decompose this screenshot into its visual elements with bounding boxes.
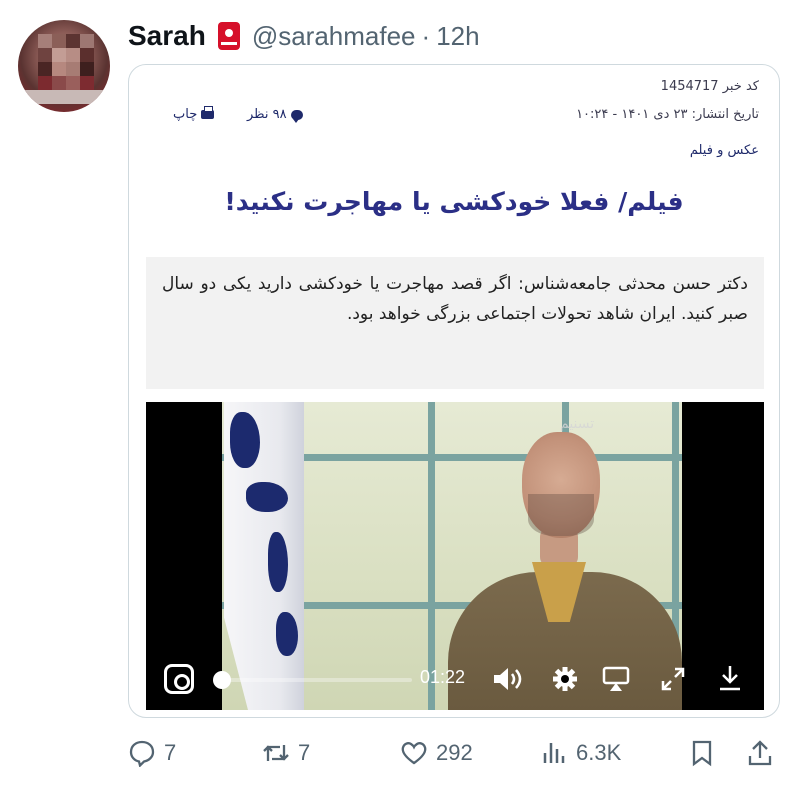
bookmark-icon: [692, 740, 712, 767]
like-count: 292: [436, 740, 473, 765]
tweet-actions: 7 7 292 6.3K: [128, 736, 780, 770]
author-name[interactable]: Sarah: [128, 20, 206, 52]
heart-icon: [401, 742, 427, 765]
views-chart-icon: [543, 743, 565, 763]
article-lead: دکتر حسن محدثی جامعه‌شناس: اگر قصد مهاجر…: [146, 257, 764, 389]
reply-icon: [129, 740, 155, 767]
red-badge-icon: [217, 22, 240, 50]
tweet-header: Sarah @sarahmafee · 12h: [128, 18, 480, 54]
separator-dot: ·: [421, 20, 431, 51]
views-button[interactable]: 6.3K: [540, 736, 621, 770]
print-link: چاپ: [173, 106, 215, 122]
share-button[interactable]: [746, 736, 774, 770]
reply-button[interactable]: 7: [128, 736, 176, 770]
volume-icon[interactable]: [492, 666, 524, 692]
screenshot-icon[interactable]: [164, 664, 194, 694]
progress-bar[interactable]: [213, 671, 412, 689]
video-player[interactable]: تسنیم 01:22: [146, 402, 764, 710]
comments-count: ۹۸ نظر: [247, 107, 303, 123]
comments-label: ۹۸ نظر: [247, 107, 287, 122]
article-headline: فیلم/ فعلا خودکشی یا مهاجرت نکنید!: [224, 187, 684, 216]
avatar[interactable]: [18, 20, 110, 112]
download-icon[interactable]: [718, 664, 742, 692]
like-button[interactable]: 292: [400, 736, 473, 770]
publish-date: تاریخ انتشار: ۲۳ دی ۱۴۰۱ - ۱۰:۲۴: [576, 107, 759, 122]
print-label: چاپ: [173, 107, 198, 122]
video-controls: 01:22: [146, 650, 764, 710]
comment-bubble-icon: [290, 109, 303, 123]
news-code: کد خبر 1454717: [660, 79, 759, 94]
video-duration: 01:22: [420, 667, 466, 687]
reply-count: 7: [164, 740, 177, 765]
retweet-button[interactable]: 7: [262, 736, 310, 770]
progress-knob[interactable]: [213, 671, 231, 689]
author-handle[interactable]: @sarahmafee: [252, 21, 416, 52]
bookmark-button[interactable]: [688, 736, 716, 770]
printer-icon: [201, 106, 215, 119]
article-category: عکس و فیلم: [689, 143, 759, 158]
airplay-icon[interactable]: [602, 666, 630, 692]
retweet-icon: [263, 745, 289, 761]
share-icon: [748, 740, 772, 766]
fullscreen-icon[interactable]: [660, 666, 686, 692]
views-count: 6.3K: [576, 740, 622, 765]
settings-gear-icon[interactable]: [552, 666, 578, 692]
tweet-time[interactable]: 12h: [436, 21, 479, 52]
channel-logo: تسنیم: [560, 416, 595, 432]
attached-image-card[interactable]: کد خبر 1454717 تاریخ انتشار: ۲۳ دی ۱۴۰۱ …: [128, 64, 780, 718]
retweet-count: 7: [298, 740, 311, 765]
